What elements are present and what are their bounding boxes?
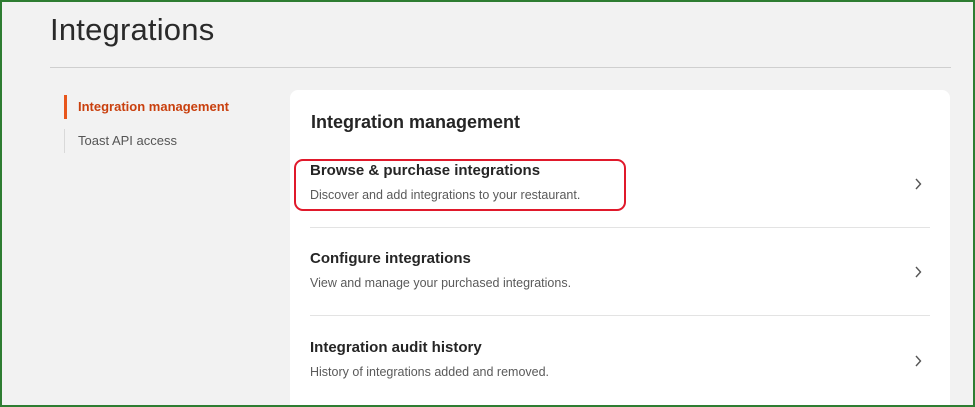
row-divider (310, 315, 930, 316)
row-title: Configure integrations (310, 250, 471, 267)
row-divider (310, 227, 930, 228)
chevron-right-icon (914, 178, 922, 192)
browse-purchase-integrations-row[interactable]: Browse & purchase integrations Discover … (310, 162, 930, 250)
side-navigation: Integration management Toast API access (64, 95, 264, 153)
row-description: History of integrations added and remove… (310, 365, 550, 379)
sidebar-item-integration-management[interactable]: Integration management (64, 95, 264, 119)
row-description: View and manage your purchased integrati… (310, 276, 572, 290)
integration-audit-history-row[interactable]: Integration audit history History of int… (310, 339, 930, 407)
chevron-right-icon (914, 266, 922, 280)
page-title: Integrations (50, 12, 215, 47)
configure-integrations-row[interactable]: Configure integrations View and manage y… (310, 250, 930, 338)
row-title: Browse & purchase integrations (310, 162, 541, 179)
row-description: Discover and add integrations to your re… (310, 188, 581, 202)
integration-management-card: Integration management Browse & purchase… (290, 90, 950, 407)
title-divider (50, 67, 951, 68)
card-title: Integration management (311, 112, 521, 132)
row-title: Integration audit history (310, 339, 482, 356)
sidebar-item-toast-api-access[interactable]: Toast API access (64, 129, 264, 153)
chevron-right-icon (914, 355, 922, 369)
